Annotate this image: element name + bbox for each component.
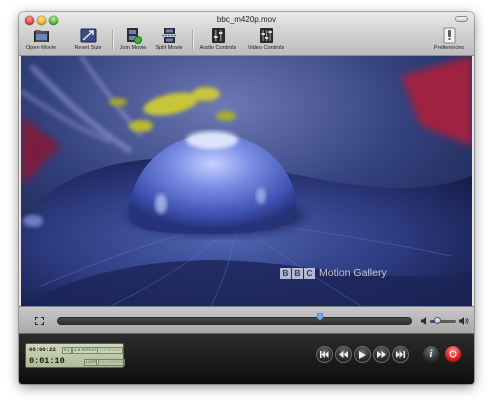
clipboard-indicator[interactable]: CLIPBOARD [97,347,123,354]
toolbar-toggle-button[interactable] [455,16,468,22]
skip-back-button[interactable] [316,346,333,363]
audio-controls-icon [211,28,225,43]
reset-size-label: Reset Size [74,45,102,51]
rewind-icon [339,351,348,358]
volume-low-icon [421,317,426,325]
preferences-label: Preferences [433,45,465,51]
player-window: bbc_m420p.mov Open Movie Reset Size Join… [19,12,474,384]
skip-forward-icon [396,351,405,358]
video-controls-label: Video Controls [247,45,285,51]
skip-back-icon [320,351,329,358]
video-frame[interactable]: B B C Motion Gallery [21,56,472,306]
audio-controls-button[interactable]: Audio Controls [195,27,241,55]
video-image [21,56,472,306]
transport-panel: 00:00:22 0:01:10 EQ A-B REPEAT CLIPBOARD… [19,334,474,384]
reset-size-button[interactable]: Reset Size [70,27,106,55]
bbc-logo: B B C [280,267,315,279]
fullscreen-indicator[interactable]: FULLSCREEN [96,359,126,366]
split-movie-icon [161,28,177,43]
total-time: 0:01:10 [29,356,65,366]
video-controls-button[interactable]: Video Controls [243,27,289,55]
play-button[interactable] [354,346,371,363]
join-movie-label: Join Movie [119,45,147,51]
bbc-block: B [280,267,291,279]
fullscreen-icon[interactable] [35,317,44,325]
toolbar-separator [192,30,193,50]
fast-forward-button[interactable] [373,346,390,363]
skip-forward-button[interactable] [392,346,409,363]
bbc-block: B [292,267,303,279]
video-controls-icon [259,28,273,43]
ab-repeat-indicator[interactable]: A-B REPEAT [72,347,99,354]
time-display: 00:00:22 0:01:10 EQ A-B REPEAT CLIPBOARD… [25,343,126,368]
record-button[interactable] [444,345,462,363]
toolbar-separator [112,30,113,50]
audio-controls-label: Audio Controls [199,45,237,51]
seek-slider[interactable] [57,317,412,325]
split-movie-label: Split Movie [155,45,183,51]
join-movie-icon [126,28,142,44]
current-time: 00:00:22 [29,346,56,353]
fast-forward-icon [377,351,386,358]
preferences-icon [443,27,455,44]
bbc-block: C [304,267,315,279]
watermark-text: Motion Gallery [319,267,387,279]
play-icon [359,350,366,359]
reset-size-icon [80,28,96,43]
title-toolbar: bbc_m420p.mov Open Movie Reset Size Join… [19,12,474,56]
info-button[interactable]: i [422,345,440,363]
window-title: bbc_m420p.mov [216,15,277,24]
preferences-button[interactable]: Preferences [429,27,469,55]
seek-thumb[interactable] [316,313,323,321]
open-movie-button[interactable]: Open Movie [22,27,60,55]
record-icon [449,350,457,358]
eq-indicator[interactable]: EQ [62,347,72,354]
info-icon: i [429,347,433,360]
join-movie-button[interactable]: Join Movie [115,27,151,55]
bbc-watermark: B B C Motion Gallery [280,267,387,279]
playback-bar [19,306,474,334]
volume-high-icon [459,317,469,325]
split-movie-button[interactable]: Split Movie [150,27,188,55]
rewind-button[interactable] [335,346,352,363]
open-movie-icon [33,30,49,42]
open-movie-label: Open Movie [25,45,57,51]
